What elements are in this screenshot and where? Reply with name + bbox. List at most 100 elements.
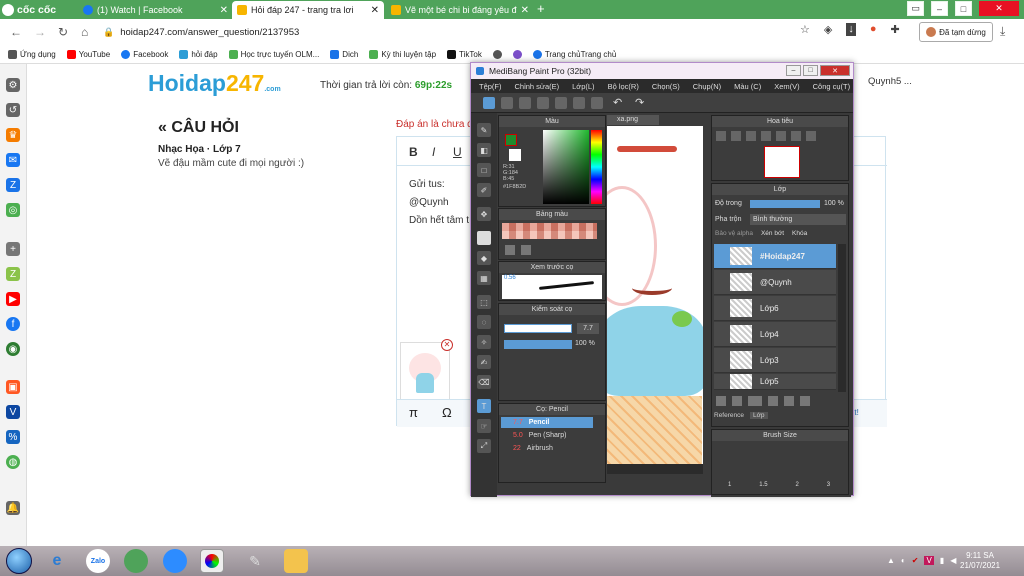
canvas-scrollbar[interactable] <box>607 464 703 474</box>
blend-mode-select[interactable]: Bình thường <box>750 214 846 225</box>
bookmark-tiktok[interactable]: TikTok <box>447 50 482 59</box>
close-window-icon[interactable]: ✕ <box>979 1 1019 16</box>
bookmark-exam[interactable]: Kỳ thi luyện tập <box>369 50 436 59</box>
palette-swatches[interactable] <box>502 223 597 231</box>
italic-button[interactable]: I <box>432 145 435 159</box>
brush-size-preset[interactable]: 2 <box>795 482 798 488</box>
tab-hoidap[interactable]: Hỏi đáp 247 - trang tra lơi ✕ <box>232 1 384 19</box>
page-icon[interactable] <box>555 97 567 109</box>
layer-item[interactable]: Lớp6 <box>714 296 836 321</box>
palette-swatches[interactable] <box>502 231 597 239</box>
messenger-icon[interactable]: ✉ <box>6 153 20 167</box>
eraser-tool-icon[interactable]: ◧ <box>477 143 491 157</box>
upload-icon[interactable] <box>501 97 513 109</box>
brush-tool-icon[interactable]: ✎ <box>477 123 491 137</box>
attached-image[interactable]: ✕ <box>400 339 453 400</box>
add-icon[interactable]: + <box>6 242 20 256</box>
redo-icon[interactable]: ↷ <box>635 96 644 109</box>
minimize-icon[interactable]: – <box>931 1 948 16</box>
vtv-icon[interactable]: V <box>6 405 20 419</box>
clip-checkbox[interactable]: Xén bớt <box>761 230 784 237</box>
protect-alpha-checkbox[interactable]: Bảo vệ alpha <box>715 230 753 237</box>
speech-icon[interactable] <box>537 97 549 109</box>
game-icon[interactable]: ◎ <box>6 203 20 217</box>
rotate-left-icon[interactable] <box>776 131 786 141</box>
menu-view[interactable]: Xem(V) <box>774 82 799 91</box>
close-icon[interactable]: ✕ <box>220 5 228 16</box>
bookmark-apps[interactable]: Ứng dụng <box>8 50 56 59</box>
close-icon[interactable]: ✕ <box>371 5 379 16</box>
select-eraser-icon[interactable]: ⌫ <box>477 375 491 389</box>
bell-icon[interactable]: 🔔 <box>6 501 20 515</box>
menu-filter[interactable]: Bộ lọc(R) <box>608 82 639 91</box>
actual-size-icon[interactable] <box>761 131 771 141</box>
bookmark-home[interactable]: Trang chủTrang chủ <box>532 50 616 59</box>
pen-tool-icon[interactable]: ✐ <box>477 183 491 197</box>
system-clock[interactable]: 9:11 SA 21/07/2021 <box>960 551 1000 571</box>
minimize-icon[interactable]: – <box>786 65 801 76</box>
page-icon[interactable] <box>573 97 585 109</box>
merge-icon[interactable] <box>768 396 778 406</box>
z-icon[interactable]: Z <box>6 267 20 281</box>
gear-icon[interactable]: ⚙ <box>6 78 20 92</box>
close-icon[interactable]: ✕ <box>521 5 529 16</box>
zoom-icon[interactable] <box>163 549 187 573</box>
history-icon[interactable]: ↺ <box>6 103 20 117</box>
bookmark-hoidap[interactable]: hỏi đáp <box>179 50 218 59</box>
sale-icon[interactable]: % <box>6 430 20 444</box>
download-tray-icon[interactable]: ⤓ <box>1000 24 1005 39</box>
brush-size-value[interactable]: 7.7 <box>577 323 599 334</box>
paint-icon[interactable]: ✎ <box>243 549 267 573</box>
brush-item-airbrush[interactable]: 22 Airbrush <box>501 443 593 454</box>
menu-capture[interactable]: Chụp(N) <box>693 82 721 91</box>
text-tool-icon[interactable]: T <box>477 399 491 413</box>
facebook-icon[interactable]: f <box>6 317 20 331</box>
reload-icon[interactable]: ↻ <box>58 25 68 39</box>
menu-select[interactable]: Chọn(S) <box>652 82 680 91</box>
canvas-tab[interactable]: xa.png <box>607 115 659 125</box>
maximize-icon[interactable]: □ <box>803 65 818 76</box>
remove-image-icon[interactable]: ✕ <box>441 339 453 351</box>
network-icon[interactable]: ▮ <box>940 556 944 565</box>
coccoc-icon[interactable] <box>124 549 148 573</box>
tab-layer[interactable]: Lớp <box>750 412 768 419</box>
bookmark-purple[interactable] <box>512 50 522 59</box>
bookmark-globe[interactable] <box>492 50 502 59</box>
speaker-icon[interactable]: ◀ <box>950 556 956 565</box>
tab-reference[interactable]: Reference <box>714 412 744 419</box>
bookmark-translate[interactable]: Dich <box>330 50 358 59</box>
omega-symbol-button[interactable]: Ω <box>442 405 452 420</box>
brush-size-preset[interactable]: 3 <box>827 482 830 488</box>
forward-icon[interactable]: → <box>34 25 46 39</box>
lock-checkbox[interactable]: Khóa <box>792 230 807 237</box>
bookmark-facebook[interactable]: Facebook <box>121 50 168 59</box>
lasso-tool-icon[interactable]: ◌ <box>477 315 491 329</box>
select-pen-icon[interactable]: ✍ <box>477 355 491 369</box>
drawing-canvas[interactable] <box>607 126 703 464</box>
add-palette-icon[interactable] <box>505 245 515 255</box>
folder-icon[interactable] <box>784 396 794 406</box>
paused-button[interactable]: Đã tạm dừng <box>919 22 993 42</box>
layer-scrollbar[interactable] <box>838 244 846 392</box>
shield-icon[interactable]: ◈ <box>824 23 832 36</box>
youtube-icon[interactable]: ▶ <box>6 292 20 306</box>
internet-explorer-icon[interactable]: e <box>45 549 69 573</box>
layer-item[interactable]: #Hoidap247 <box>714 244 836 269</box>
medibang-window[interactable]: MediBang Paint Pro (32bit) – □ ✕ Tệp(F) … <box>470 62 854 497</box>
star-icon[interactable]: ☆ <box>800 23 810 36</box>
comment-icon[interactable] <box>519 97 531 109</box>
new-layer-icon[interactable] <box>716 396 726 406</box>
layer-type-icon[interactable] <box>748 396 762 406</box>
antivirus-icon[interactable]: ✔ <box>912 556 919 565</box>
back-icon[interactable]: ← <box>10 25 22 39</box>
brush-size-preset[interactable]: 1 <box>728 482 731 488</box>
bucket-tool-icon[interactable]: ◆ <box>477 251 491 265</box>
brush-opacity-slider[interactable] <box>504 340 572 349</box>
maximize-icon[interactable]: □ <box>955 1 972 16</box>
underline-button[interactable]: U <box>453 145 462 159</box>
pi-symbol-button[interactable]: π <box>409 405 418 420</box>
puzzle-icon[interactable]: ✚ <box>891 23 900 36</box>
hue-slider[interactable] <box>591 130 602 204</box>
tab-facebook[interactable]: (1) Watch | Facebook ✕ <box>78 1 233 19</box>
layer-item[interactable]: Lớp5 <box>714 374 836 390</box>
